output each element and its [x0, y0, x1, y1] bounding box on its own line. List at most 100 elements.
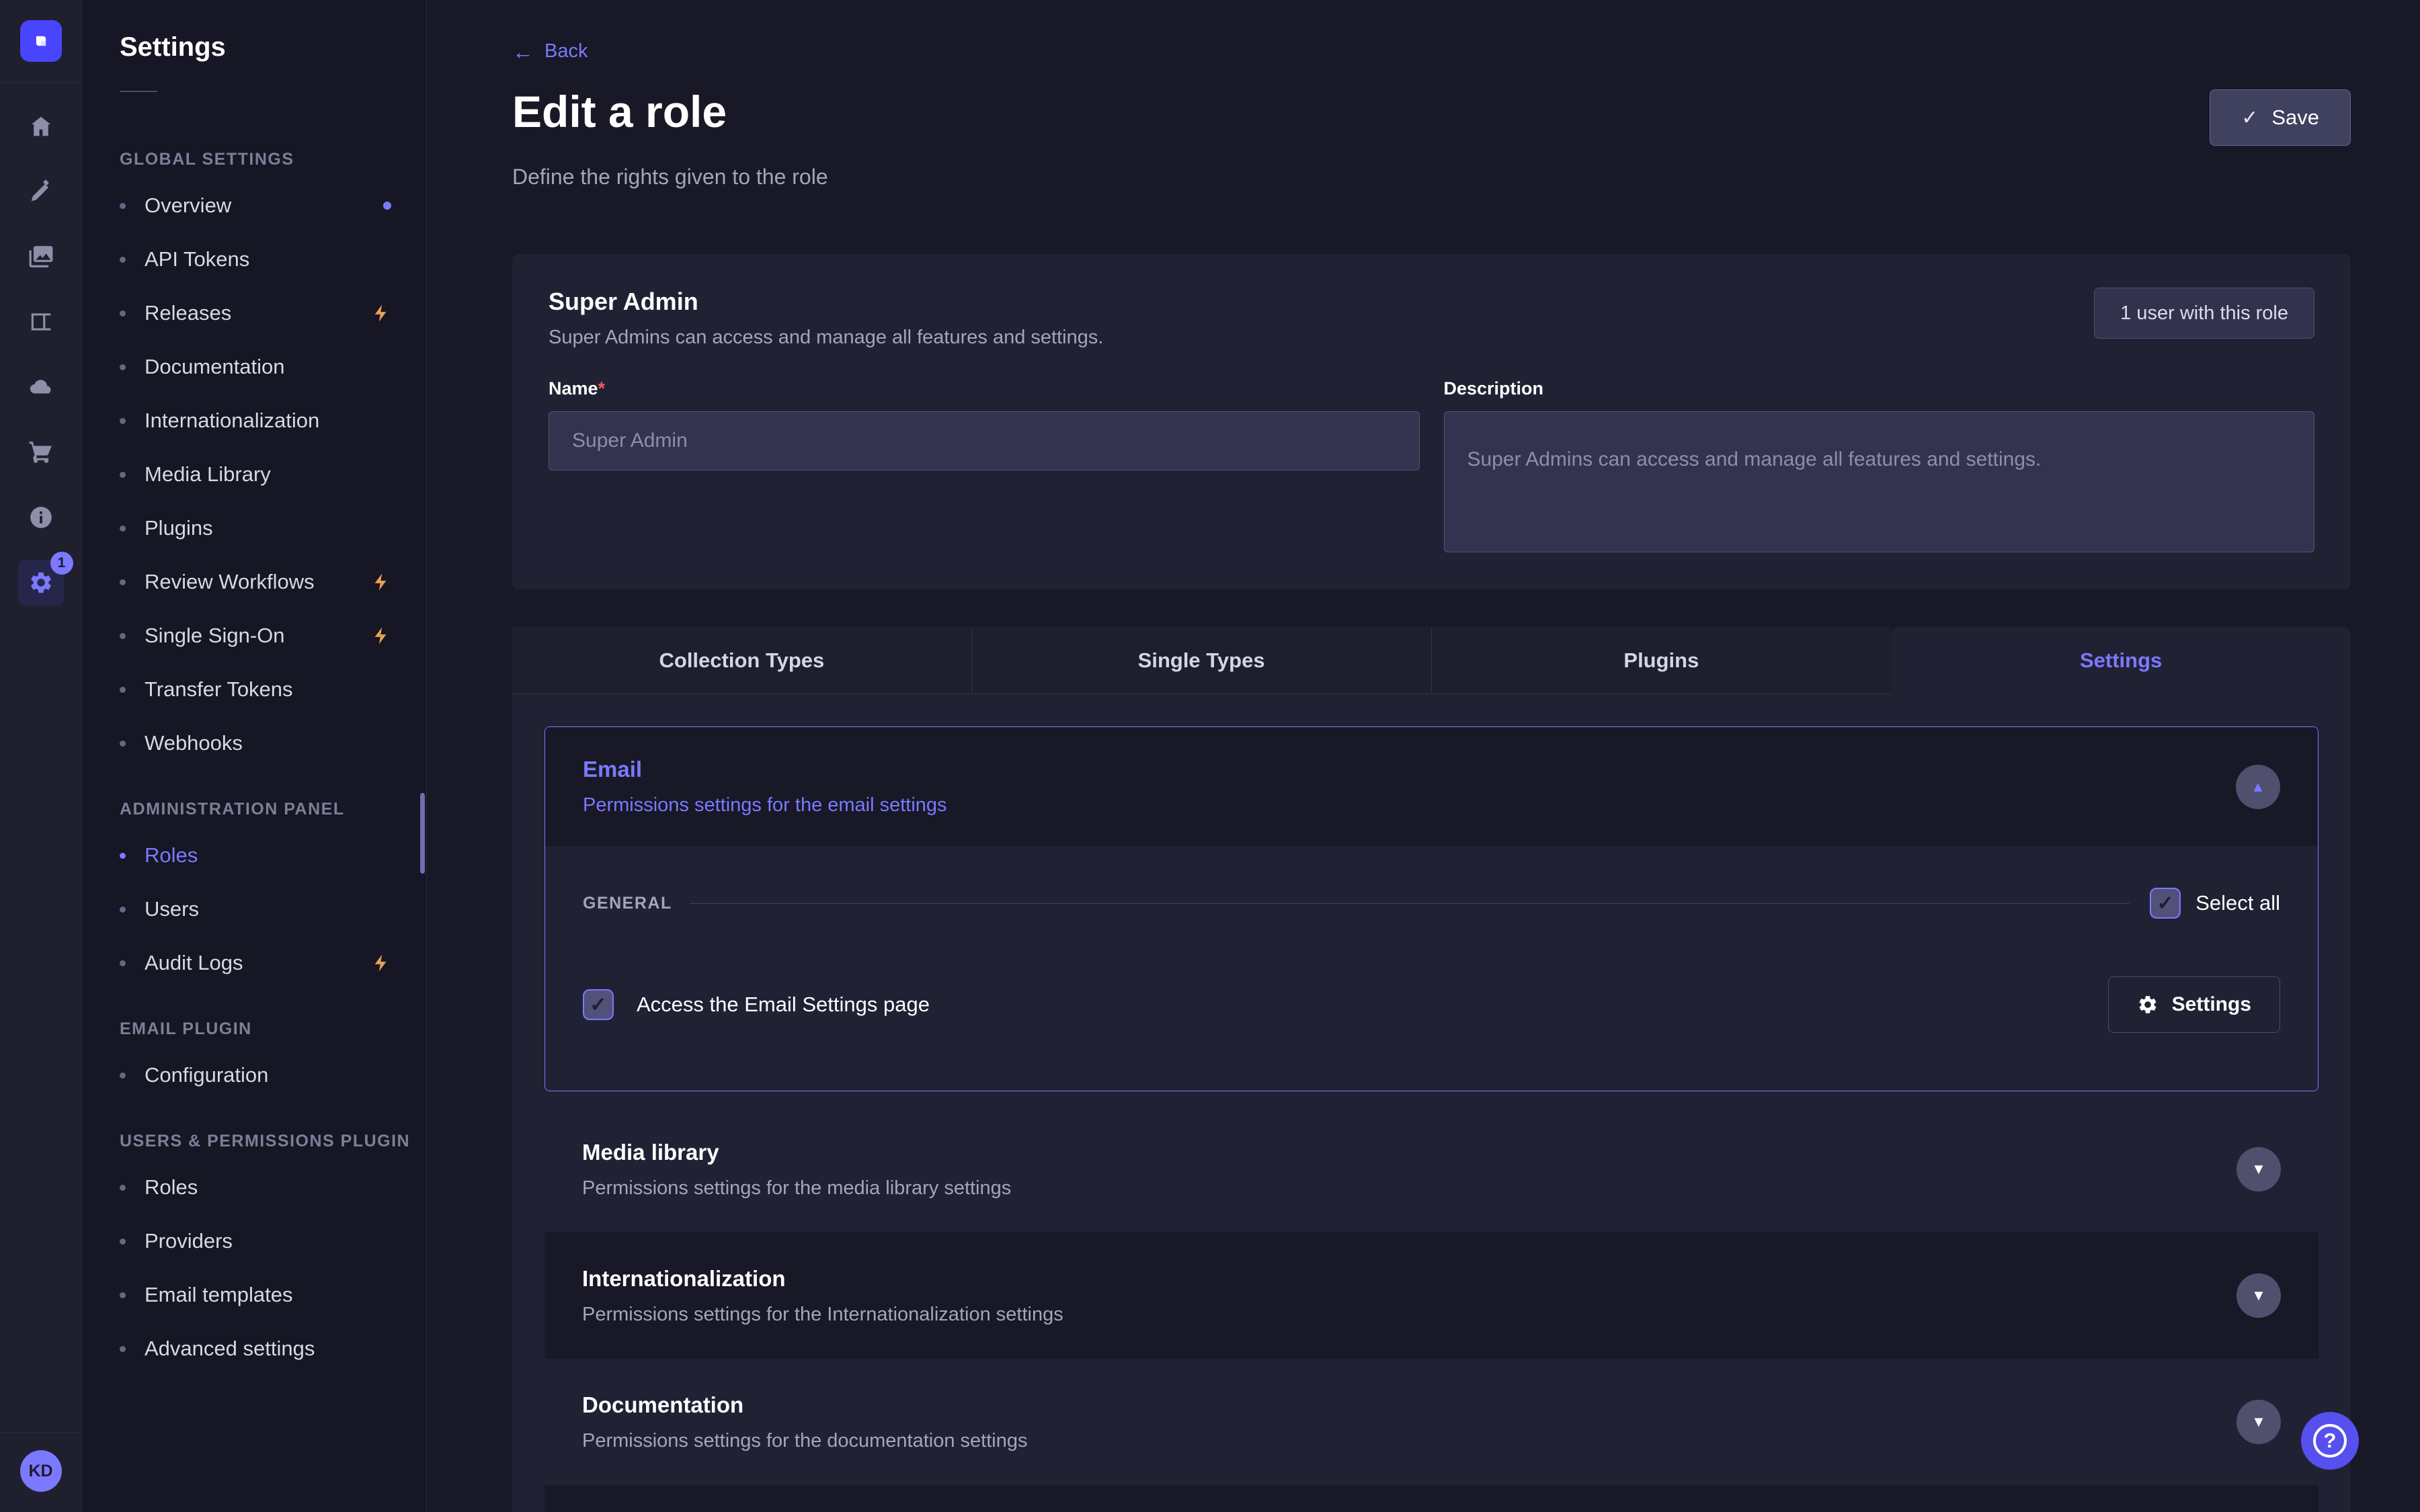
email-accordion-body: GENERAL ✓ Select all ✓ Access the Email …: [545, 846, 2318, 1091]
bullet-icon: [120, 418, 126, 424]
content-writer-icon[interactable]: [0, 159, 82, 224]
group-divider: [690, 903, 2130, 904]
settings-subnav: Settings GLOBAL SETTINGS Overview API To…: [82, 0, 427, 1512]
marketplace-cart-icon[interactable]: [0, 419, 82, 485]
users-with-role-button[interactable]: 1 user with this role: [2094, 288, 2314, 339]
tab-settings[interactable]: Settings: [1891, 627, 2351, 694]
page-subtitle: Define the rights given to the role: [512, 165, 2351, 190]
avatar[interactable]: KD: [20, 1450, 62, 1492]
email-settings-button[interactable]: Settings: [2108, 976, 2280, 1033]
collapse-chevron-up-icon[interactable]: ▲: [2236, 765, 2280, 809]
bullet-icon: [120, 203, 126, 209]
expand-chevron-down-icon[interactable]: ▼: [2236, 1273, 2281, 1318]
name-field[interactable]: [549, 411, 1420, 470]
strapi-logo: [20, 20, 62, 62]
sidebar-item-single-sign-on[interactable]: Single Sign-On: [120, 609, 426, 663]
back-arrow-icon: ←: [512, 41, 534, 62]
internationalization-accordion-header[interactable]: Internationalization Permissions setting…: [544, 1232, 2318, 1359]
cloud-icon[interactable]: [0, 354, 82, 419]
access-email-settings-checkbox[interactable]: ✓: [583, 989, 614, 1020]
sidebar-item-review-workflows[interactable]: Review Workflows: [120, 555, 426, 609]
select-all-checkbox[interactable]: ✓: [2150, 888, 2181, 919]
lightning-icon: [371, 953, 391, 973]
bullet-icon: [120, 257, 126, 263]
settings-active-pill: 1: [18, 560, 64, 605]
general-group-label: GENERAL: [583, 894, 672, 913]
section-administration-panel: ADMINISTRATION PANEL Roles Users Audit L…: [120, 800, 426, 990]
email-section-title: Email: [583, 757, 947, 782]
sidebar-item-roles-up[interactable]: Roles: [120, 1161, 426, 1214]
page-title: Edit a role: [512, 89, 727, 134]
section-label: EMAIL PLUGIN: [120, 1019, 426, 1039]
bullet-icon: [120, 853, 126, 859]
sidebar-item-plugins[interactable]: Plugins: [120, 501, 426, 555]
sidebar-item-advanced-settings[interactable]: Advanced settings: [120, 1322, 426, 1376]
name-label: Name: [549, 378, 598, 398]
sidebar-item-documentation[interactable]: Documentation: [120, 340, 426, 394]
email-section-subtitle: Permissions settings for the email setti…: [583, 794, 947, 816]
bullet-icon: [120, 310, 126, 317]
bullet-icon: [120, 1238, 126, 1245]
sidebar-item-transfer-tokens[interactable]: Transfer Tokens: [120, 663, 426, 716]
settings-gear-icon[interactable]: 1: [0, 550, 82, 615]
bullet-icon: [120, 579, 126, 585]
sidebar-item-audit-logs[interactable]: Audit Logs: [120, 936, 426, 990]
tab-single-types[interactable]: Single Types: [972, 627, 1432, 694]
documentation-accordion-header[interactable]: Documentation Permissions settings for t…: [544, 1359, 2318, 1485]
email-accordion-header[interactable]: Email Permissions settings for the email…: [545, 727, 2318, 846]
sidebar-item-webhooks[interactable]: Webhooks: [120, 716, 426, 770]
media-library-accordion-header[interactable]: Media library Permissions settings for t…: [544, 1106, 2318, 1232]
description-field[interactable]: Super Admins can access and manage all f…: [1444, 411, 2315, 552]
permissions-tabs-wrap: Collection Types Single Types Plugins Se…: [512, 627, 2351, 1512]
sidebar-item-overview[interactable]: Overview: [120, 179, 426, 233]
sidebar-item-releases[interactable]: Releases: [120, 286, 426, 340]
section-subtitle: Permissions settings for the documentati…: [582, 1430, 1028, 1452]
media-library-icon[interactable]: [0, 224, 82, 289]
sidebar-item-configuration[interactable]: Configuration: [120, 1048, 426, 1102]
question-mark-icon: ?: [2313, 1424, 2347, 1458]
sidebar-item-internationalization[interactable]: Internationalization: [120, 394, 426, 448]
section-global-settings: GLOBAL SETTINGS Overview API Tokens Rele…: [120, 150, 426, 770]
section-title: Media library: [582, 1140, 1011, 1165]
logo-section: [0, 0, 81, 83]
section-label: USERS & PERMISSIONS PLUGIN: [120, 1132, 426, 1151]
role-details-card: Super Admin Super Admins can access and …: [512, 254, 2351, 589]
bullet-icon: [120, 741, 126, 747]
section-subtitle: Permissions settings for the Internation…: [582, 1304, 1063, 1326]
bullet-icon: [120, 1346, 126, 1352]
bullet-icon: [120, 633, 126, 639]
back-link[interactable]: ← Back: [512, 40, 588, 62]
subnav-scrollbar[interactable]: [420, 793, 425, 874]
gear-icon: [2137, 994, 2159, 1015]
sidebar-item-providers[interactable]: Providers: [120, 1214, 426, 1268]
plugins-marketplace-accordion-header[interactable]: Plugins and marketplace ▼: [544, 1485, 2318, 1512]
expand-chevron-down-icon[interactable]: ▼: [2236, 1400, 2281, 1444]
bullet-icon: [120, 472, 126, 478]
section-label: GLOBAL SETTINGS: [120, 150, 426, 169]
section-title: Documentation: [582, 1392, 1028, 1418]
sidebar-item-users[interactable]: Users: [120, 882, 426, 936]
bullet-icon: [120, 1185, 126, 1191]
check-icon: ✓: [2241, 106, 2258, 130]
home-icon[interactable]: [0, 93, 82, 159]
bullet-icon: [120, 364, 126, 370]
expand-chevron-down-icon[interactable]: ▼: [2236, 1147, 2281, 1191]
sidebar-item-roles-admin[interactable]: Roles: [120, 829, 426, 882]
bullet-icon: [120, 526, 126, 532]
sidebar-item-email-templates[interactable]: Email templates: [120, 1268, 426, 1322]
required-asterisk: *: [598, 378, 606, 398]
tab-collection-types[interactable]: Collection Types: [512, 627, 972, 694]
lightning-icon: [371, 303, 391, 323]
main-nav-sidebar: 1 KD: [0, 0, 82, 1512]
tab-bar: Collection Types Single Types Plugins Se…: [512, 627, 2351, 694]
sidebar-item-api-tokens[interactable]: API Tokens: [120, 233, 426, 286]
help-button[interactable]: ?: [2301, 1412, 2359, 1470]
bullet-icon: [120, 1292, 126, 1298]
tab-plugins[interactable]: Plugins: [1432, 627, 1892, 694]
section-label: ADMINISTRATION PANEL: [120, 800, 426, 819]
content-manager-icon[interactable]: [0, 289, 82, 354]
sidebar-item-media-library[interactable]: Media Library: [120, 448, 426, 501]
bullet-icon: [120, 960, 126, 966]
save-button[interactable]: ✓ Save: [2210, 89, 2351, 146]
information-icon[interactable]: [0, 485, 82, 550]
